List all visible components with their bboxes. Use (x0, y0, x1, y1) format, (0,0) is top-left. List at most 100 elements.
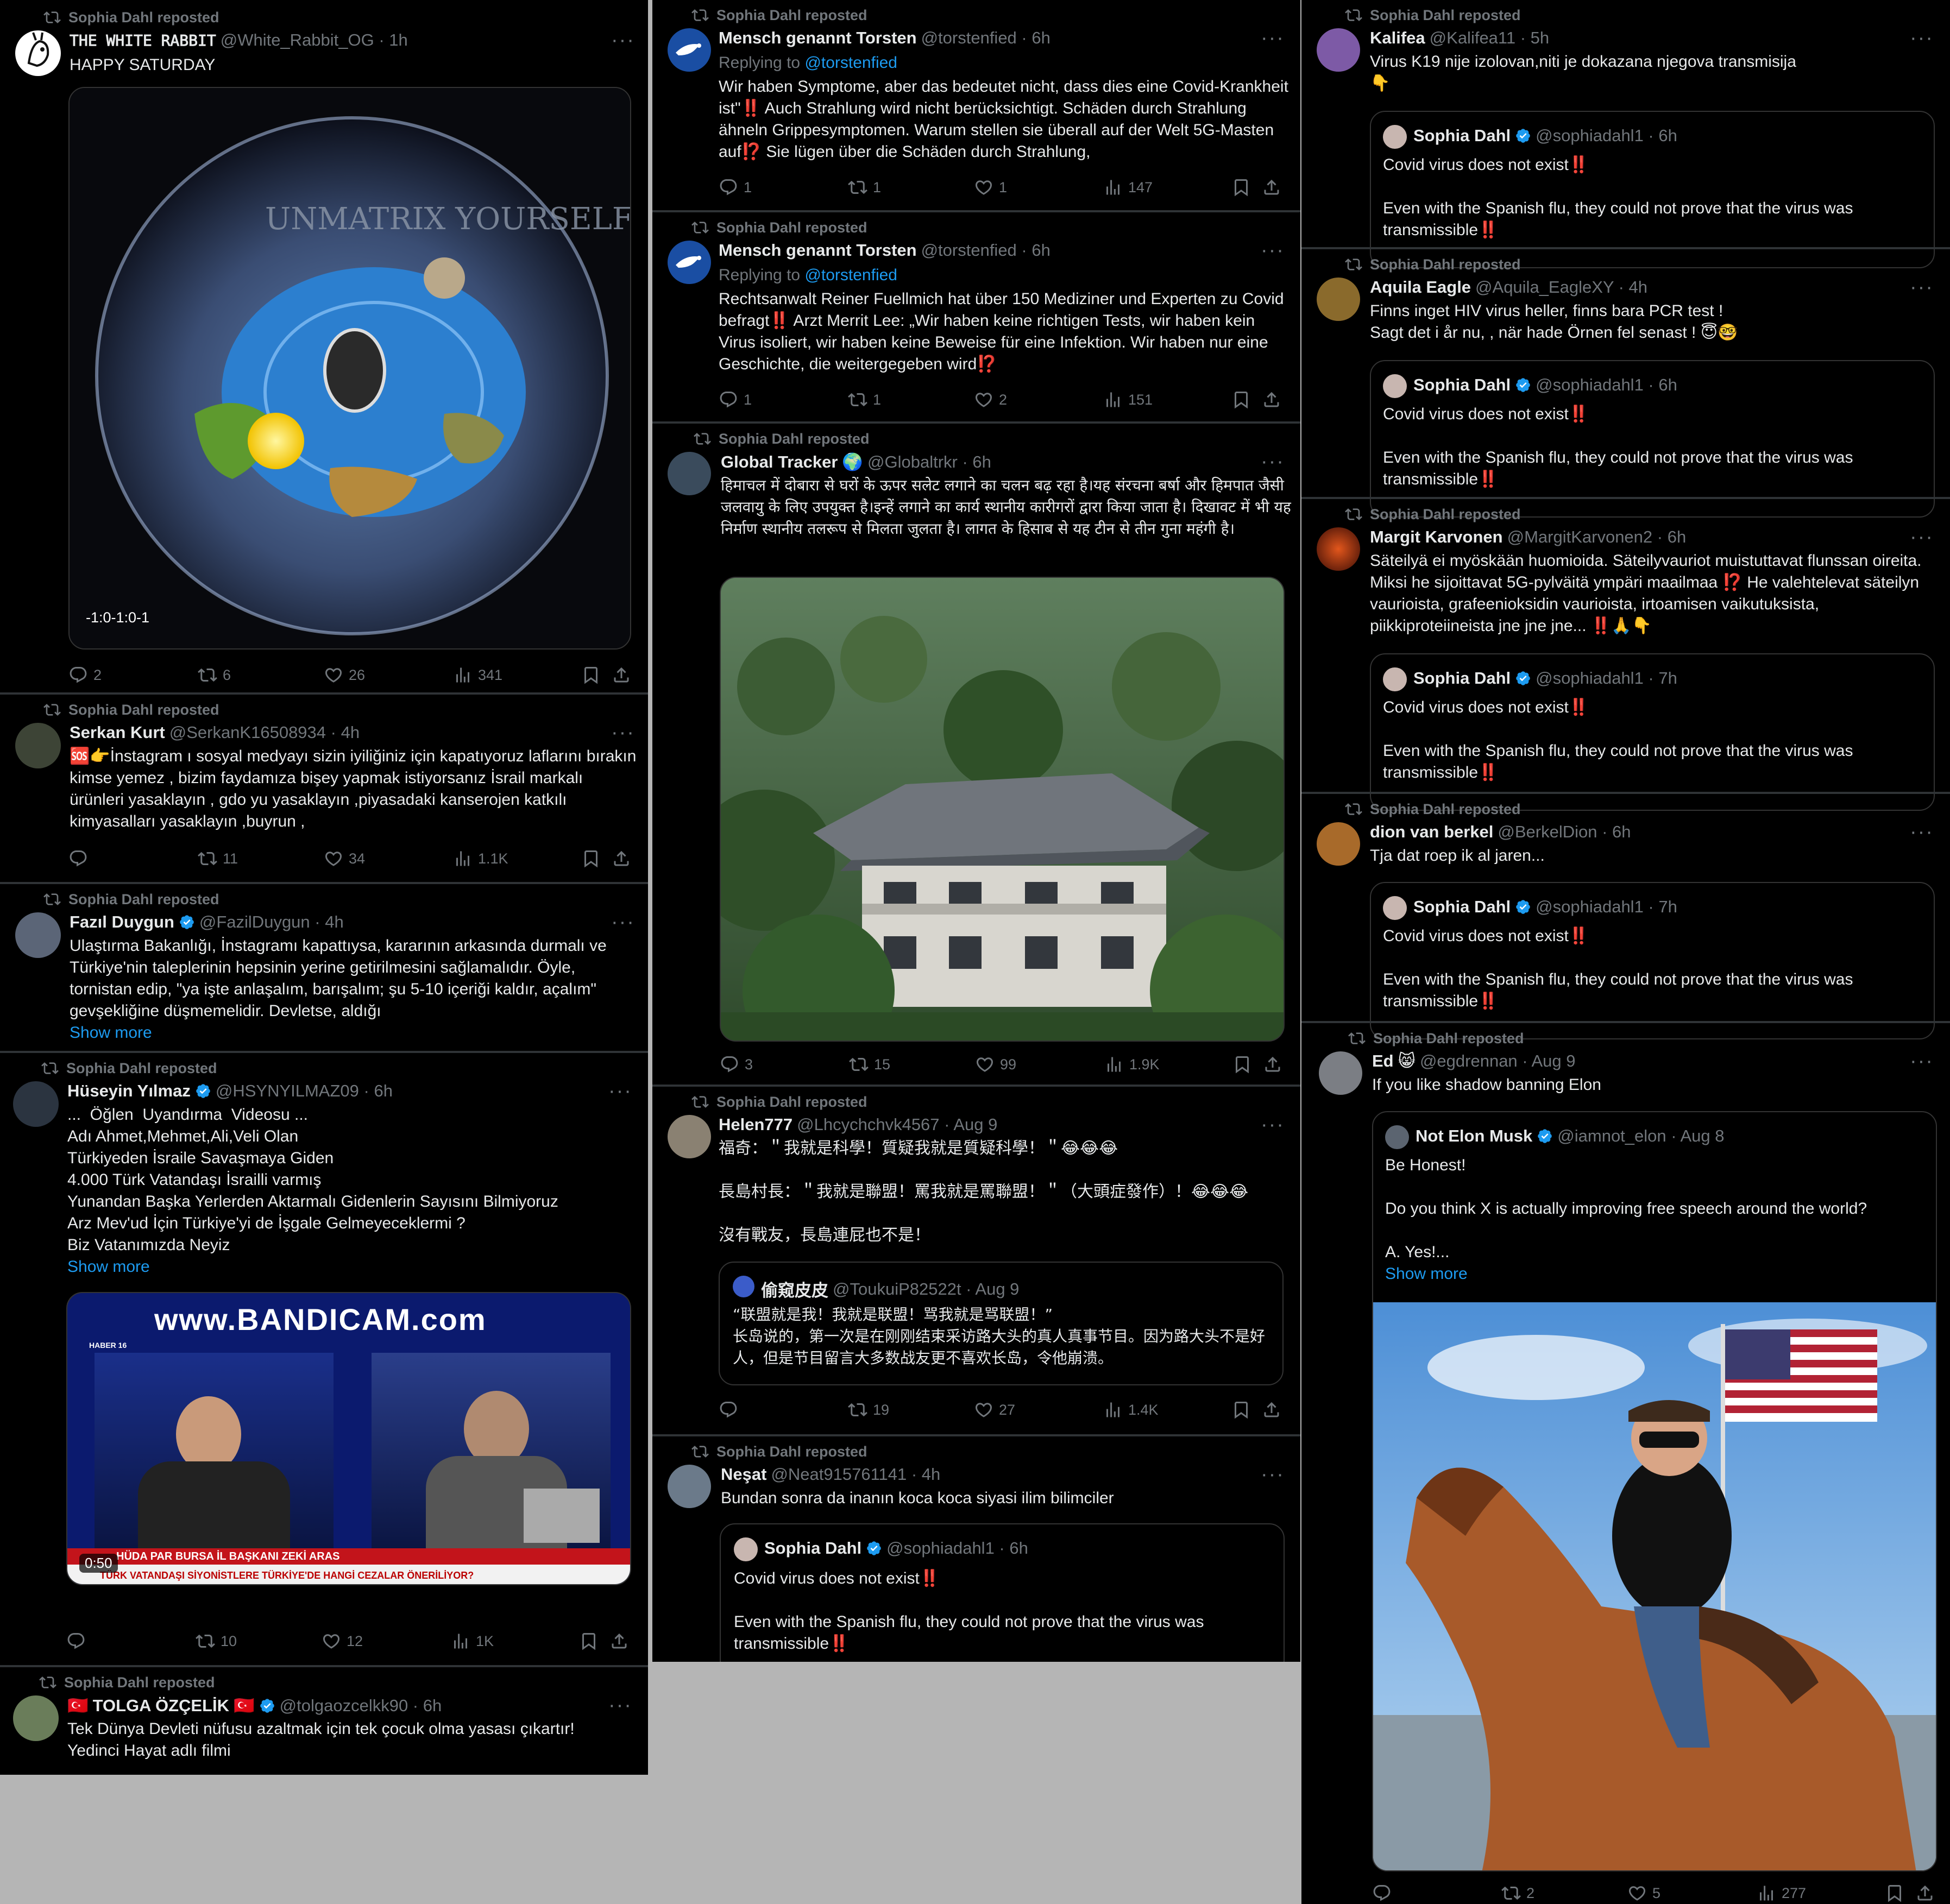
author-handle[interactable]: @egdrennan · Aug 9 (1420, 1051, 1576, 1071)
share-button[interactable] (612, 849, 631, 868)
more-options-icon[interactable]: ··· (1910, 28, 1934, 48)
tweet-image[interactable] (720, 577, 1285, 1042)
replying-handle-link[interactable]: @torstenfied (804, 266, 897, 284)
more-options-icon[interactable]: ··· (1261, 240, 1285, 261)
avatar[interactable] (1317, 527, 1360, 571)
repost-button[interactable]: 10 (196, 1631, 237, 1651)
avatar[interactable] (15, 912, 61, 958)
tweet-aquila-eagle[interactable]: Sophia Dahl reposted Aquila Eagle @Aquil… (1301, 249, 1950, 518)
author-name[interactable]: Aquila Eagle (1370, 278, 1471, 297)
quoted-tweet[interactable]: Sophia Dahl @sophiadahl1 · 7h Covid viru… (1370, 882, 1935, 1039)
views-button[interactable]: 1K (451, 1631, 494, 1651)
tweet-video[interactable]: UNMATRIX YOURSELF -1:0-1:0-1 (68, 87, 631, 650)
more-options-icon[interactable]: ··· (611, 30, 635, 51)
more-options-icon[interactable]: ··· (1910, 527, 1934, 547)
reply-button[interactable]: 1 (719, 390, 752, 409)
author-handle[interactable]: @Lhcychchvk4567 · Aug 9 (797, 1115, 997, 1134)
author-name[interactable]: dion van berkel (1370, 822, 1493, 842)
author-name[interactable]: Margit Karvonen (1370, 527, 1503, 547)
author-name[interactable]: Mensch genannt Torsten (719, 241, 917, 260)
tweet-tolga-ozcelik[interactable]: Sophia Dahl reposted 🇹🇷 TOLGA ÖZÇELİK 🇹🇷… (0, 1667, 648, 1775)
avatar[interactable] (1317, 822, 1360, 866)
views-button[interactable]: 1.4K (1103, 1400, 1159, 1420)
author-handle[interactable]: @torstenfied · 6h (921, 28, 1051, 48)
share-button[interactable] (1262, 178, 1281, 197)
like-button[interactable]: 26 (324, 665, 365, 685)
tweet-nesat[interactable]: Sophia Dahl reposted Neşat @Neat91576114… (652, 1436, 1300, 1662)
avatar[interactable] (668, 1465, 711, 1508)
author-handle[interactable]: @BerkelDion · 6h (1498, 822, 1631, 842)
author-handle[interactable]: @Globaltrkr · 6h (867, 452, 991, 472)
author-name[interactable]: Mensch genannt Torsten (719, 28, 917, 48)
avatar[interactable] (668, 1115, 711, 1158)
quoted-tweet[interactable]: Sophia Dahl @sophiadahl1 · 6h Covid viru… (1370, 360, 1935, 518)
quoted-tweet[interactable]: Not Elon Musk @iamnot_elon · Aug 8 Be Ho… (1372, 1111, 1937, 1871)
author-handle[interactable]: @torstenfied · 6h (921, 241, 1051, 260)
avatar[interactable] (668, 452, 711, 495)
reply-button[interactable]: 1 (719, 178, 752, 197)
tweet-global-tracker[interactable]: Sophia Dahl reposted Global Tracker 🌍 @G… (652, 424, 1300, 1085)
repost-button[interactable]: 2 (1501, 1883, 1534, 1903)
quoted-tweet[interactable]: Sophia Dahl @sophiadahl1 · 6h Covid viru… (720, 1523, 1285, 1662)
author-handle[interactable]: @Neat915761141 · 4h (771, 1465, 940, 1484)
author-handle[interactable]: @FazilDuygun · 4h (199, 912, 344, 932)
author-handle[interactable]: @HSYNYILMAZ09 · 6h (216, 1081, 393, 1101)
views-button[interactable]: 277 (1757, 1883, 1806, 1903)
more-options-icon[interactable]: ··· (608, 1081, 632, 1101)
tweet-kalifea[interactable]: Sophia Dahl reposted Kalifea @Kalifea11 … (1301, 0, 1950, 268)
views-button[interactable]: 1.1K (453, 849, 508, 868)
share-button[interactable] (1915, 1883, 1935, 1903)
author-handle[interactable]: @White_Rabbit_OG · 1h (221, 30, 408, 50)
tweet-torsten-1[interactable]: Sophia Dahl reposted Mensch genannt Tors… (652, 0, 1300, 210)
author-name[interactable]: Ed (1372, 1051, 1394, 1071)
author-handle[interactable]: @tolgaozcelkk90 · 6h (280, 1696, 442, 1716)
more-options-icon[interactable]: ··· (1910, 1051, 1934, 1071)
avatar[interactable] (1317, 278, 1360, 321)
views-button[interactable]: 151 (1103, 390, 1153, 409)
quoted-tweet[interactable]: Sophia Dahl @sophiadahl1 · 7h Covid viru… (1370, 653, 1935, 811)
more-options-icon[interactable]: ··· (611, 912, 635, 932)
author-name[interactable]: Helen777 (719, 1115, 792, 1134)
avatar[interactable] (668, 28, 711, 72)
author-name[interactable]: Hüseyin Yılmaz (67, 1081, 191, 1101)
tweet-helen777[interactable]: Sophia Dahl reposted Helen777 @Lhcychchv… (652, 1087, 1300, 1434)
share-button[interactable] (612, 665, 631, 685)
show-more-link[interactable]: Show more (67, 1256, 150, 1278)
bookmark-button[interactable] (579, 1631, 599, 1651)
tweet-margit-karvonen[interactable]: Sophia Dahl reposted Margit Karvonen @Ma… (1301, 499, 1950, 811)
more-options-icon[interactable]: ··· (1261, 451, 1285, 472)
reply-button[interactable] (719, 1400, 738, 1420)
quoted-tweet[interactable]: Sophia Dahl @sophiadahl1 · 6h Covid viru… (1370, 111, 1935, 268)
show-more-link[interactable]: Show more (70, 1022, 152, 1044)
repost-button[interactable]: 1 (848, 178, 881, 197)
more-options-icon[interactable]: ··· (1261, 28, 1285, 48)
author-name[interactable]: 𝚃𝙷𝙴 𝚆𝙷𝙸𝚃𝙴 𝚁𝙰𝙱𝙱𝙸𝚃 (70, 31, 216, 49)
author-handle[interactable]: @Kalifea11 · 5h (1430, 28, 1549, 48)
tweet-ed[interactable]: Sophia Dahl reposted Ed 😸 @egdrennan · A… (1301, 1023, 1950, 1904)
author-handle[interactable]: @SerkanK16508934 · 4h (169, 723, 360, 742)
like-button[interactable]: 5 (1627, 1883, 1660, 1903)
like-button[interactable]: 1 (974, 178, 1007, 197)
like-button[interactable]: 12 (322, 1631, 363, 1651)
bookmark-button[interactable] (581, 665, 601, 685)
tweet-video[interactable]: www.BANDICAM.com HABER 16 HÜDA PAR BURSA… (66, 1292, 631, 1585)
share-button[interactable] (1263, 1055, 1282, 1074)
share-button[interactable] (1262, 1400, 1281, 1420)
bookmark-button[interactable] (1231, 178, 1251, 197)
author-name[interactable]: Kalifea (1370, 28, 1425, 48)
avatar[interactable] (13, 1695, 59, 1741)
like-button[interactable]: 27 (974, 1400, 1015, 1420)
author-name[interactable]: Fazıl Duygun (70, 912, 174, 932)
avatar[interactable] (15, 723, 61, 768)
more-options-icon[interactable]: ··· (1261, 1464, 1285, 1485)
views-button[interactable]: 1.9K (1104, 1055, 1160, 1074)
share-button[interactable] (609, 1631, 629, 1651)
repost-button[interactable]: 6 (198, 665, 231, 685)
author-handle[interactable]: @MargitKarvonen2 · 6h (1507, 527, 1687, 547)
tweet-white-rabbit[interactable]: Sophia Dahl reposted 𝚃𝙷𝙴 𝚆𝙷𝙸𝚃𝙴 𝚁𝙰𝙱𝙱𝙸𝚃 @W… (0, 0, 648, 692)
repost-button[interactable]: 11 (198, 849, 238, 868)
tweet-dion-van-berkel[interactable]: Sophia Dahl reposted dion van berkel @Be… (1301, 794, 1950, 1039)
tweet-huseyin-yilmaz[interactable]: Sophia Dahl reposted Hüseyin Yılmaz @HSY… (0, 1053, 648, 1665)
repost-button[interactable]: 1 (848, 390, 881, 409)
reply-button[interactable]: 3 (720, 1055, 753, 1074)
